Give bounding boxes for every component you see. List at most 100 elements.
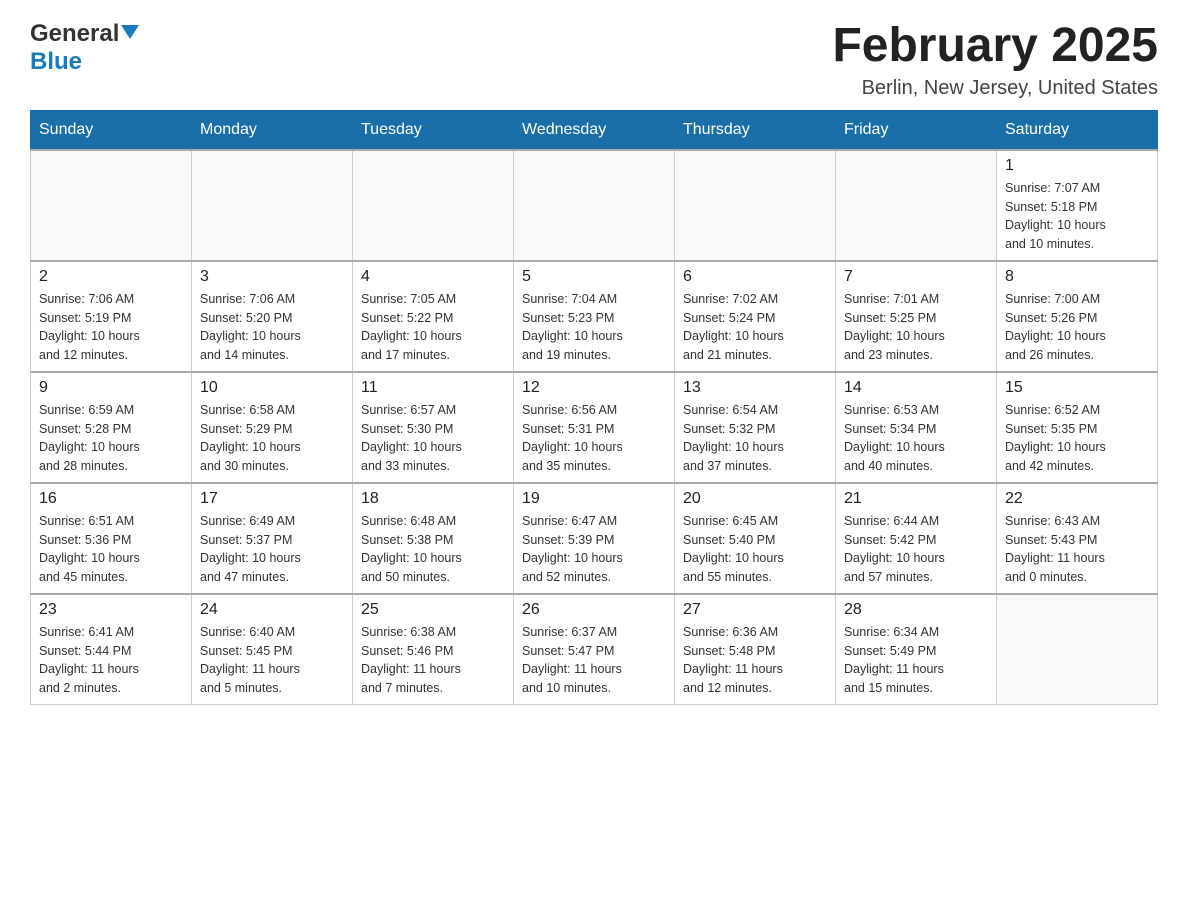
page-header: General Blue February 2025 Berlin, New J… [30,20,1158,100]
day-number: 28 [844,601,988,619]
calendar-week-row: 2Sunrise: 7:06 AM Sunset: 5:19 PM Daylig… [31,261,1158,372]
day-number: 7 [844,268,988,286]
day-info: Sunrise: 6:38 AM Sunset: 5:46 PM Dayligh… [361,623,505,698]
calendar-table: SundayMondayTuesdayWednesdayThursdayFrid… [30,110,1158,705]
day-info: Sunrise: 7:04 AM Sunset: 5:23 PM Dayligh… [522,290,666,365]
calendar-cell: 8Sunrise: 7:00 AM Sunset: 5:26 PM Daylig… [997,261,1158,372]
day-header-wednesday: Wednesday [514,110,675,150]
calendar-week-row: 16Sunrise: 6:51 AM Sunset: 5:36 PM Dayli… [31,483,1158,594]
day-header-saturday: Saturday [997,110,1158,150]
day-header-tuesday: Tuesday [353,110,514,150]
logo-general-text: General [30,20,119,48]
calendar-cell: 14 Sunrise: 6:53 AM Sunset: 5:34 PM Dayli… [836,372,997,483]
day-info: Sunrise: 7:02 AM Sunset: 5:24 PM Dayligh… [683,290,827,365]
day-number: 20 [683,490,827,508]
day-number: 12 [522,379,666,397]
calendar-cell: 21 Sunrise: 6:44 AM Sunset: 5:42 PM Dayli… [836,483,997,594]
calendar-cell: 2Sunrise: 7:06 AM Sunset: 5:19 PM Daylig… [31,261,192,372]
calendar-cell: 23 Sunrise: 6:41 AM Sunset: 5:44 PM Dayli… [31,594,192,705]
day-number: 22 [1005,490,1149,508]
logo: General Blue [30,20,139,76]
day-number: 14 [844,379,988,397]
calendar-cell: 6 Sunrise: 7:02 AM Sunset: 5:24 PM Daylig… [675,261,836,372]
calendar-cell [675,150,836,261]
day-number: 10 [200,379,344,397]
day-info: Sunrise: 6:45 AM Sunset: 5:40 PM Dayligh… [683,512,827,587]
day-info: Sunrise: 6:56 AM Sunset: 5:31 PM Dayligh… [522,401,666,476]
day-info: Sunrise: 6:44 AM Sunset: 5:42 PM Dayligh… [844,512,988,587]
calendar-cell: 27 Sunrise: 6:36 AM Sunset: 5:48 PM Dayli… [675,594,836,705]
day-info: Sunrise: 6:48 AM Sunset: 5:38 PM Dayligh… [361,512,505,587]
calendar-cell [514,150,675,261]
calendar-cell: 12 Sunrise: 6:56 AM Sunset: 5:31 PM Dayli… [514,372,675,483]
calendar-cell: 15 Sunrise: 6:52 AM Sunset: 5:35 PM Dayli… [997,372,1158,483]
day-info: Sunrise: 7:06 AM Sunset: 5:19 PM Dayligh… [39,290,183,365]
day-info: Sunrise: 6:49 AM Sunset: 5:37 PM Dayligh… [200,512,344,587]
day-number: 23 [39,601,183,619]
day-number: 24 [200,601,344,619]
day-number: 26 [522,601,666,619]
calendar-cell [192,150,353,261]
day-number: 6 [683,268,827,286]
day-info: Sunrise: 7:01 AM Sunset: 5:25 PM Dayligh… [844,290,988,365]
day-info: Sunrise: 6:58 AM Sunset: 5:29 PM Dayligh… [200,401,344,476]
day-header-friday: Friday [836,110,997,150]
calendar-week-row: 9Sunrise: 6:59 AM Sunset: 5:28 PM Daylig… [31,372,1158,483]
day-info: Sunrise: 6:37 AM Sunset: 5:47 PM Dayligh… [522,623,666,698]
day-info: Sunrise: 6:36 AM Sunset: 5:48 PM Dayligh… [683,623,827,698]
day-info: Sunrise: 6:53 AM Sunset: 5:34 PM Dayligh… [844,401,988,476]
day-number: 13 [683,379,827,397]
day-number: 16 [39,490,183,508]
calendar-cell: 17 Sunrise: 6:49 AM Sunset: 5:37 PM Dayli… [192,483,353,594]
calendar-cell: 28 Sunrise: 6:34 AM Sunset: 5:49 PM Dayli… [836,594,997,705]
day-info: Sunrise: 6:52 AM Sunset: 5:35 PM Dayligh… [1005,401,1149,476]
day-number: 19 [522,490,666,508]
day-number: 27 [683,601,827,619]
calendar-cell [997,594,1158,705]
title-block: February 2025 Berlin, New Jersey, United… [832,20,1158,100]
calendar-cell [353,150,514,261]
calendar-cell: 7 Sunrise: 7:01 AM Sunset: 5:25 PM Daylig… [836,261,997,372]
logo-triangle-icon [121,25,139,39]
calendar-week-row: 1Sunrise: 7:07 AM Sunset: 5:18 PM Daylig… [31,150,1158,261]
day-info: Sunrise: 6:40 AM Sunset: 5:45 PM Dayligh… [200,623,344,698]
calendar-cell: 5 Sunrise: 7:04 AM Sunset: 5:23 PM Daylig… [514,261,675,372]
calendar-cell: 26 Sunrise: 6:37 AM Sunset: 5:47 PM Dayli… [514,594,675,705]
day-info: Sunrise: 6:57 AM Sunset: 5:30 PM Dayligh… [361,401,505,476]
day-number: 9 [39,379,183,397]
day-number: 4 [361,268,505,286]
day-info: Sunrise: 7:06 AM Sunset: 5:20 PM Dayligh… [200,290,344,365]
day-info: Sunrise: 6:43 AM Sunset: 5:43 PM Dayligh… [1005,512,1149,587]
calendar-cell: 10 Sunrise: 6:58 AM Sunset: 5:29 PM Dayli… [192,372,353,483]
calendar-cell [31,150,192,261]
day-info: Sunrise: 6:34 AM Sunset: 5:49 PM Dayligh… [844,623,988,698]
day-number: 18 [361,490,505,508]
day-number: 15 [1005,379,1149,397]
calendar-week-row: 23 Sunrise: 6:41 AM Sunset: 5:44 PM Dayli… [31,594,1158,705]
location-text: Berlin, New Jersey, United States [832,77,1158,100]
calendar-cell: 20 Sunrise: 6:45 AM Sunset: 5:40 PM Dayli… [675,483,836,594]
day-info: Sunrise: 7:05 AM Sunset: 5:22 PM Dayligh… [361,290,505,365]
day-number: 17 [200,490,344,508]
day-number: 21 [844,490,988,508]
day-number: 3 [200,268,344,286]
day-info: Sunrise: 6:41 AM Sunset: 5:44 PM Dayligh… [39,623,183,698]
day-number: 25 [361,601,505,619]
day-header-sunday: Sunday [31,110,192,150]
calendar-cell: 1Sunrise: 7:07 AM Sunset: 5:18 PM Daylig… [997,150,1158,261]
calendar-cell: 9Sunrise: 6:59 AM Sunset: 5:28 PM Daylig… [31,372,192,483]
day-number: 5 [522,268,666,286]
month-title: February 2025 [832,20,1158,73]
calendar-cell: 22 Sunrise: 6:43 AM Sunset: 5:43 PM Dayli… [997,483,1158,594]
day-header-thursday: Thursday [675,110,836,150]
calendar-cell: 4 Sunrise: 7:05 AM Sunset: 5:22 PM Daylig… [353,261,514,372]
calendar-cell: 3 Sunrise: 7:06 AM Sunset: 5:20 PM Daylig… [192,261,353,372]
calendar-cell: 13Sunrise: 6:54 AM Sunset: 5:32 PM Dayli… [675,372,836,483]
calendar-cell: 19Sunrise: 6:47 AM Sunset: 5:39 PM Dayli… [514,483,675,594]
day-header-monday: Monday [192,110,353,150]
calendar-cell: 18 Sunrise: 6:48 AM Sunset: 5:38 PM Dayli… [353,483,514,594]
day-number: 1 [1005,157,1149,175]
day-number: 8 [1005,268,1149,286]
day-number: 11 [361,379,505,397]
calendar-header-row: SundayMondayTuesdayWednesdayThursdayFrid… [31,110,1158,150]
